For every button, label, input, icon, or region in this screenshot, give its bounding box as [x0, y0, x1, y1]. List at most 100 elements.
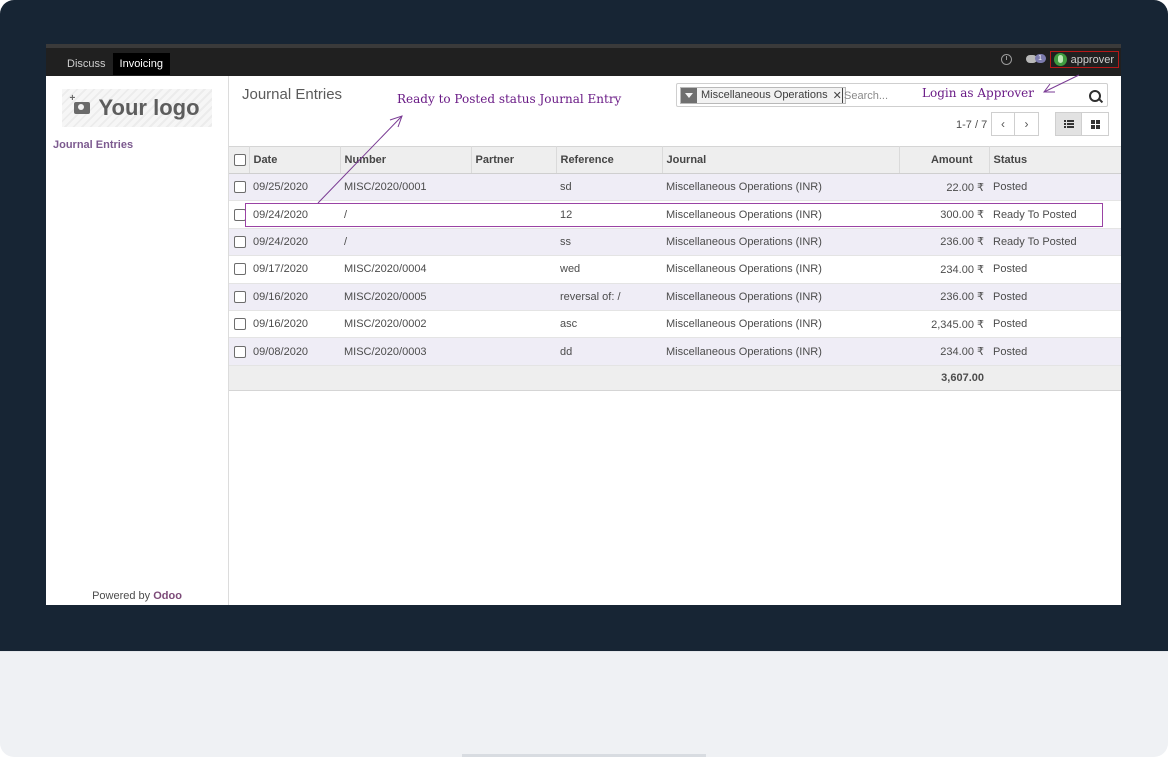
cell-date: 09/08/2020	[249, 337, 340, 366]
cell-partner	[471, 200, 556, 229]
table-row[interactable]: 09/24/2020 / 12 Miscellaneous Operations…	[229, 200, 1121, 229]
row-checkbox[interactable]	[229, 310, 249, 339]
systray: 1 approver	[1000, 51, 1121, 68]
table-row[interactable]: 09/08/2020 MISC/2020/0003 dd Miscellaneo…	[229, 337, 1121, 366]
pager-buttons: ‹ ›	[991, 112, 1039, 136]
user-menu[interactable]: approver	[1049, 51, 1119, 68]
cell-reference: ss	[556, 228, 662, 257]
search-bar: Miscellaneous Operations ✕	[676, 83, 1108, 107]
annotation-login-note: Login as Approver	[922, 86, 1034, 100]
cell-journal: Miscellaneous Operations (INR)	[662, 228, 899, 257]
cell-number: MISC/2020/0003	[340, 337, 471, 366]
cell-number: /	[340, 200, 471, 229]
cell-reference: dd	[556, 337, 662, 366]
cell-journal: Miscellaneous Operations (INR)	[662, 337, 899, 366]
cell-date: 09/24/2020	[249, 228, 340, 257]
pager-value[interactable]: 1-7 / 7	[956, 119, 987, 131]
user-avatar	[1053, 53, 1067, 66]
cell-journal: Miscellaneous Operations (INR)	[662, 200, 899, 229]
cell-status: Posted	[989, 283, 1121, 311]
cell-reference: sd	[556, 173, 662, 202]
row-checkbox[interactable]	[229, 283, 249, 311]
cell-amount: 234.00 ₹	[899, 255, 989, 284]
column-journal[interactable]: Journal	[662, 146, 900, 174]
logo-text: Your logo	[98, 95, 200, 120]
pager-next-button[interactable]: ›	[1015, 112, 1039, 136]
cell-date: 09/16/2020	[249, 283, 340, 311]
cell-status: Ready To Posted	[989, 228, 1121, 257]
kanban-view-button[interactable]	[1082, 112, 1109, 136]
sidebar: Your logo Journal Entries Powered by Odo…	[46, 76, 229, 605]
cell-number: MISC/2020/0001	[340, 173, 471, 202]
pager-previous-button[interactable]: ‹	[991, 112, 1015, 136]
list-view-button[interactable]	[1055, 112, 1082, 136]
cell-status: Posted	[989, 173, 1121, 202]
cell-number: MISC/2020/0002	[340, 310, 471, 339]
cell-reference: wed	[556, 255, 662, 284]
annotation-ready-note: Ready to Posted status Journal Entry	[392, 90, 625, 108]
cell-journal: Miscellaneous Operations (INR)	[662, 310, 899, 339]
cell-partner	[471, 310, 556, 339]
row-checkbox[interactable]	[229, 200, 249, 229]
column-partner[interactable]: Partner	[471, 146, 557, 174]
cell-number: /	[340, 228, 471, 257]
cell-status: Ready To Posted	[989, 200, 1121, 229]
cell-date: 09/25/2020	[249, 173, 340, 202]
cell-reference: 12	[556, 200, 662, 229]
filter-facet-label: Miscellaneous Operations	[701, 89, 828, 101]
cell-amount: 236.00 ₹	[899, 283, 989, 311]
table-footer: 3,607.00	[229, 364, 1121, 391]
cell-number: MISC/2020/0005	[340, 283, 471, 311]
cell-amount: 2,345.00 ₹	[899, 310, 989, 339]
view-switcher	[1055, 112, 1109, 136]
row-checkbox[interactable]	[229, 173, 249, 202]
cell-partner	[471, 228, 556, 257]
list-icon	[1063, 120, 1074, 128]
row-checkbox[interactable]	[229, 255, 249, 284]
cell-amount: 300.00 ₹	[899, 200, 989, 229]
chevron-left-icon: ‹	[1001, 117, 1005, 131]
cell-number: MISC/2020/0004	[340, 255, 471, 284]
column-amount[interactable]: Amount	[899, 146, 990, 174]
messaging-icon[interactable]: 1	[1025, 53, 1046, 66]
cell-reference: asc	[556, 310, 662, 339]
row-checkbox[interactable]	[229, 337, 249, 366]
menu-discuss[interactable]: Discuss	[60, 53, 113, 75]
cell-amount: 22.00 ₹	[899, 173, 989, 202]
odoo-link[interactable]: Odoo	[153, 590, 182, 602]
column-reference[interactable]: Reference	[556, 146, 663, 174]
user-name: approver	[1070, 53, 1114, 66]
column-date[interactable]: Date	[249, 146, 341, 174]
company-logo[interactable]: Your logo	[62, 89, 212, 127]
table-row[interactable]: 09/24/2020 / ss Miscellaneous Operations…	[229, 228, 1121, 257]
table-row[interactable]: 09/16/2020 MISC/2020/0005 reversal of: /…	[229, 283, 1121, 311]
column-number[interactable]: Number	[340, 146, 472, 174]
cell-status: Posted	[989, 310, 1121, 339]
cell-status: Posted	[989, 337, 1121, 366]
powered-by-text: Powered by	[92, 590, 151, 602]
journal-entries-table: Date Number Partner Reference Journal Am…	[229, 146, 1121, 391]
menu-invoicing[interactable]: Invoicing	[112, 53, 170, 75]
main-content: Journal Entries Miscellaneous Operations…	[229, 76, 1121, 605]
top-navbar: Discuss Invoicing 1 approver	[46, 44, 1121, 76]
powered-by: Powered by Odoo	[46, 590, 228, 602]
table-row[interactable]: 09/25/2020 MISC/2020/0001 sd Miscellaneo…	[229, 173, 1121, 202]
activity-clock-icon[interactable]	[1000, 54, 1012, 65]
cell-journal: Miscellaneous Operations (INR)	[662, 283, 899, 311]
search-options-icon[interactable]	[1089, 90, 1101, 102]
table-row[interactable]: 09/17/2020 MISC/2020/0004 wed Miscellane…	[229, 255, 1121, 284]
cell-date: 09/24/2020	[249, 200, 340, 229]
column-status[interactable]: Status	[989, 146, 1121, 174]
cell-partner	[471, 255, 556, 284]
cell-date: 09/17/2020	[249, 255, 340, 284]
table-row[interactable]: 09/16/2020 MISC/2020/0002 asc Miscellane…	[229, 310, 1121, 339]
sidebar-item-journal-entries[interactable]: Journal Entries	[53, 139, 133, 151]
app-menu: Discuss Invoicing	[60, 53, 170, 75]
row-checkbox[interactable]	[229, 228, 249, 257]
filter-icon	[681, 88, 697, 103]
page-title: Journal Entries	[242, 86, 343, 103]
cell-partner	[471, 173, 556, 202]
chevron-right-icon: ›	[1024, 117, 1029, 131]
select-all-checkbox[interactable]	[229, 146, 250, 174]
cell-amount: 234.00 ₹	[899, 337, 989, 366]
